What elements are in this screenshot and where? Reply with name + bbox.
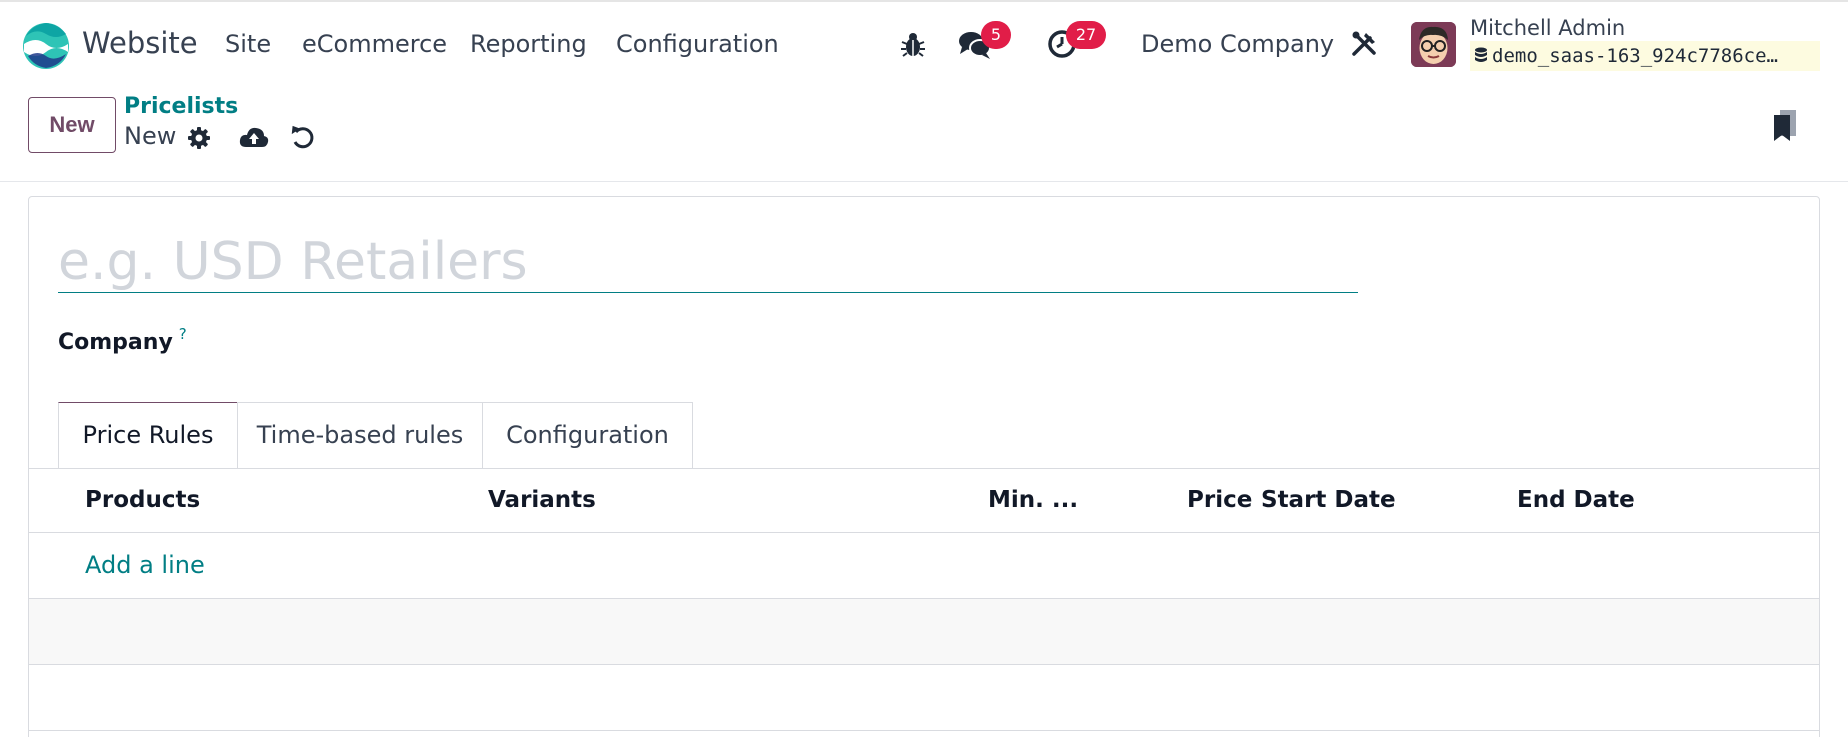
- column-start-date[interactable]: Start Date: [1261, 487, 1396, 513]
- messages-badge: 5: [981, 21, 1011, 49]
- tab-price-rules[interactable]: Price Rules: [58, 402, 238, 469]
- cloud-upload-icon[interactable]: [239, 125, 269, 149]
- app-logo-icon[interactable]: [22, 22, 70, 70]
- column-price[interactable]: Price: [1187, 487, 1252, 513]
- user-avatar-icon: [1411, 22, 1456, 67]
- avatar[interactable]: [1411, 22, 1456, 67]
- bookmark-icon[interactable]: [1772, 110, 1798, 142]
- column-variants[interactable]: Variants: [488, 487, 596, 513]
- user-name[interactable]: Mitchell Admin: [1470, 16, 1625, 40]
- table-header: Products Variants Min. ... Price Start D…: [29, 468, 1819, 533]
- gear-icon[interactable]: [187, 126, 211, 150]
- new-button[interactable]: New: [28, 97, 116, 153]
- menu-site[interactable]: Site: [225, 30, 271, 58]
- add-line-link[interactable]: Add a line: [85, 551, 205, 579]
- database-label: demo_saas-163_924c7786ce…: [1492, 45, 1778, 67]
- pricelist-name-input[interactable]: [58, 231, 1358, 293]
- debug-icon[interactable]: [900, 30, 926, 58]
- record-name: New: [124, 122, 177, 150]
- company-field-label: Company?: [58, 325, 187, 355]
- table-row: [29, 665, 1819, 731]
- tools-icon[interactable]: [1350, 30, 1378, 58]
- help-icon[interactable]: ?: [179, 325, 187, 343]
- add-line-row: Add a line: [29, 533, 1819, 599]
- form-sheet: Company? Price Rules Time-based rules Co…: [28, 196, 1820, 737]
- control-panel: New Pricelists New: [0, 84, 1848, 182]
- tab-time-based-rules[interactable]: Time-based rules: [237, 402, 483, 468]
- company-label-text: Company: [58, 330, 173, 355]
- column-min-quantity[interactable]: Min. ...: [988, 487, 1078, 513]
- activities-badge: 27: [1066, 21, 1106, 49]
- app-name[interactable]: Website: [82, 26, 198, 60]
- menu-configuration[interactable]: Configuration: [616, 30, 779, 58]
- column-products[interactable]: Products: [85, 487, 200, 513]
- undo-icon[interactable]: [290, 124, 314, 150]
- database-icon: [1475, 47, 1487, 62]
- column-end-date[interactable]: End Date: [1517, 487, 1635, 513]
- table-row: [29, 599, 1819, 665]
- database-name: demo_saas-163_924c7786ce…: [1470, 41, 1820, 71]
- menu-ecommerce[interactable]: eCommerce: [302, 30, 447, 58]
- breadcrumb-pricelists[interactable]: Pricelists: [124, 94, 238, 119]
- tab-configuration[interactable]: Configuration: [482, 402, 693, 468]
- menu-reporting[interactable]: Reporting: [470, 30, 587, 58]
- company-switcher[interactable]: Demo Company: [1141, 30, 1334, 58]
- top-navbar: Website Site eCommerce Reporting Configu…: [0, 0, 1848, 84]
